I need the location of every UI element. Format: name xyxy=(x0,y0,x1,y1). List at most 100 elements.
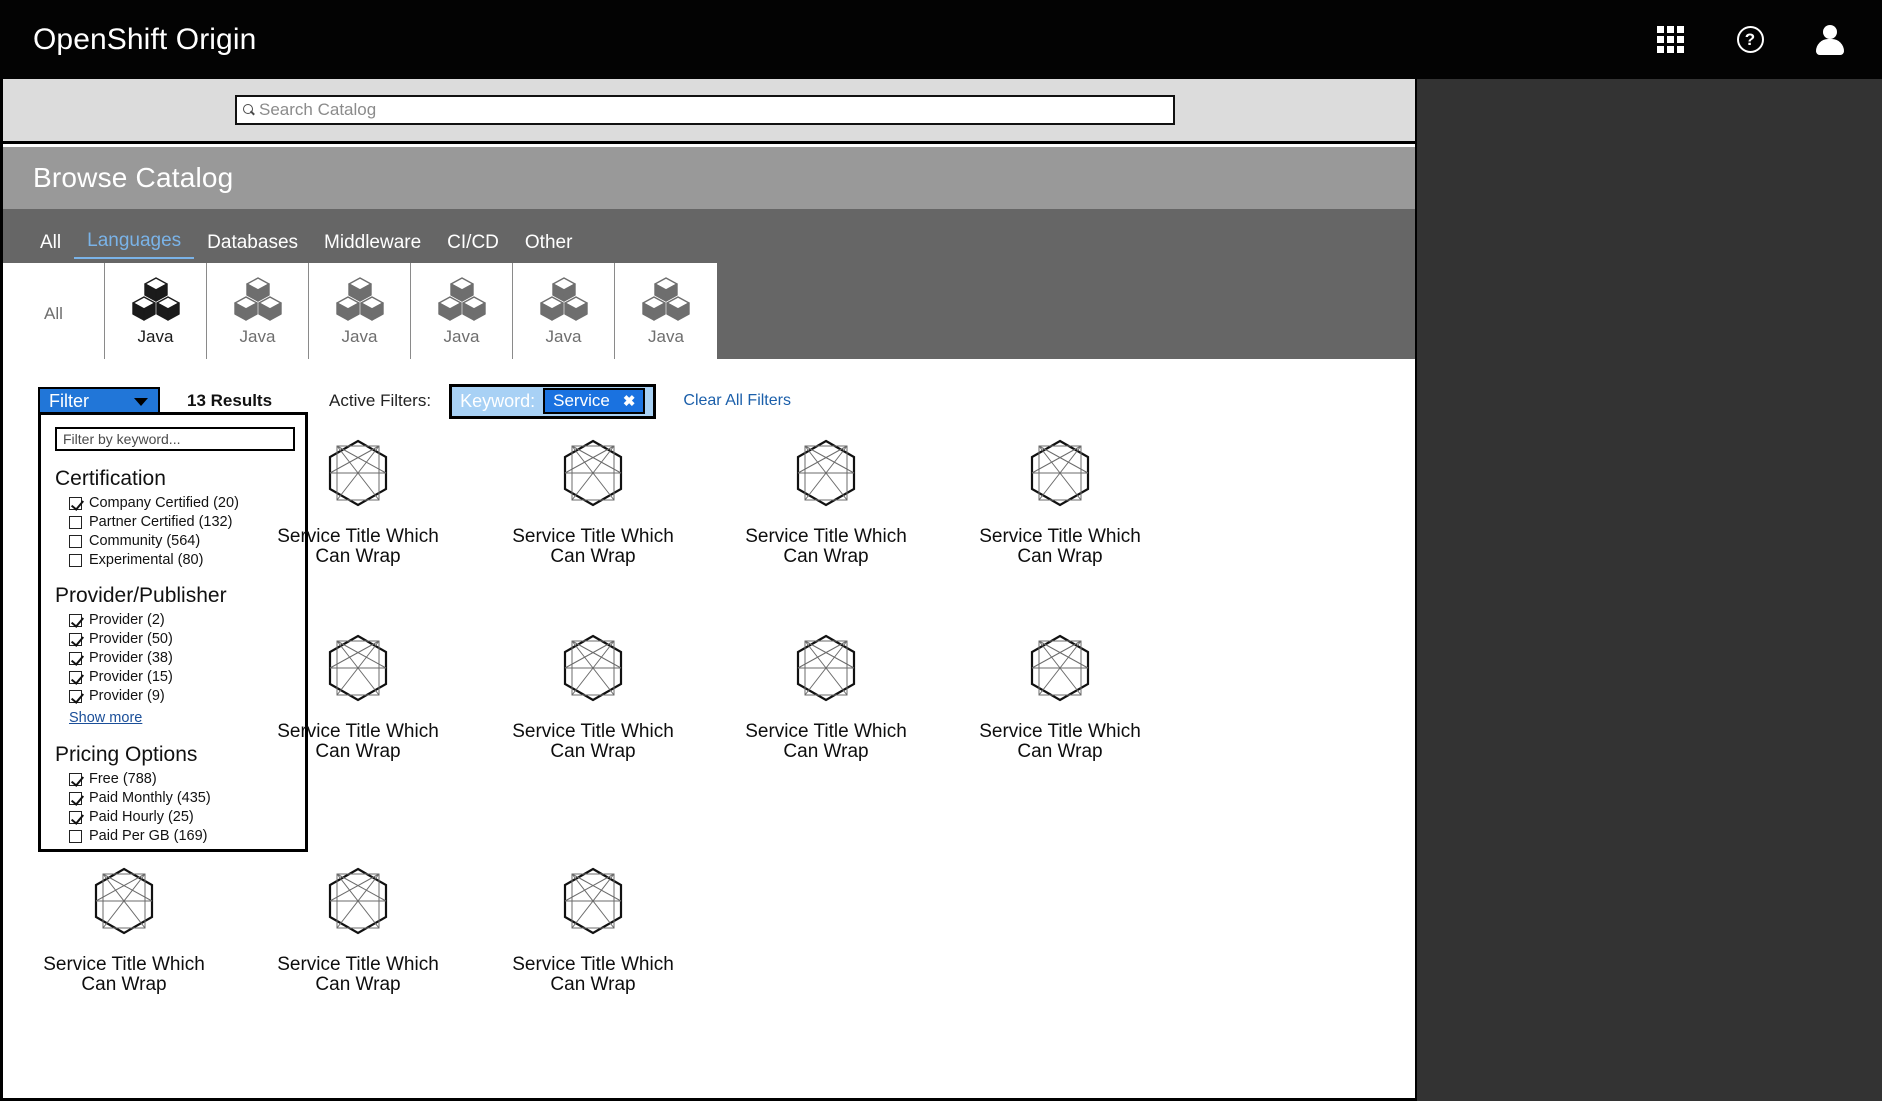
filter-group-title: Pricing Options xyxy=(55,743,198,766)
checkbox-checked-icon[interactable] xyxy=(69,810,82,824)
hexagon-placeholder-icon xyxy=(328,439,388,507)
show-more-link[interactable]: Show more xyxy=(69,710,142,726)
keyword-chip-value: Service xyxy=(553,391,610,410)
service-card[interactable]: Service Title Which Can Wrap xyxy=(258,631,458,763)
checkbox-checked-icon[interactable] xyxy=(69,496,82,510)
active-filters-label: Active Filters: xyxy=(329,391,432,410)
tile-java-3[interactable]: Java xyxy=(309,263,411,359)
filter-option-label: Paid Hourly (25) xyxy=(89,809,194,825)
filter-group-title: Certification xyxy=(55,467,166,490)
service-card[interactable]: Service Title Which Can Wrap xyxy=(960,631,1160,763)
keyword-chip[interactable]: Service ✖ xyxy=(543,388,646,414)
service-card-title: Service Title Which Can Wrap xyxy=(512,721,674,763)
checkbox-checked-icon[interactable] xyxy=(69,632,82,646)
help-icon[interactable]: ? xyxy=(1728,18,1772,62)
page-title: Browse Catalog xyxy=(33,162,234,193)
tab-middleware[interactable]: Middleware xyxy=(311,232,434,259)
help-glyph: ? xyxy=(1736,26,1764,53)
filter-option-label: Experimental (80) xyxy=(89,552,204,568)
service-card[interactable]: Service Title Which Can Wrap xyxy=(24,864,224,996)
search-box[interactable] xyxy=(235,95,1175,125)
tile-java-2[interactable]: Java xyxy=(207,263,309,359)
checkbox-icon[interactable] xyxy=(69,829,82,843)
filter-option-paid-monthly[interactable]: Paid Monthly (435) xyxy=(69,790,291,806)
tile-all-label: All xyxy=(44,303,63,323)
checkbox-checked-icon[interactable] xyxy=(69,613,82,627)
search-icon xyxy=(242,103,256,118)
tile-java-4-label: Java xyxy=(443,326,480,346)
service-card-title: Service Title Which Can Wrap xyxy=(512,954,674,996)
tab-languages[interactable]: Languages xyxy=(74,230,195,259)
filter-option-label: Community (564) xyxy=(89,533,201,549)
subcategory-tile-strip: All Java Java Java Java Java Java xyxy=(3,263,891,359)
hexagon-placeholder-icon xyxy=(1030,439,1090,507)
tab-all[interactable]: All xyxy=(27,232,74,259)
tile-java-1-label: Java xyxy=(137,326,174,346)
tile-all[interactable]: All xyxy=(3,263,105,359)
service-card[interactable]: Service Title Which Can Wrap xyxy=(258,436,458,568)
cubes-icon xyxy=(437,276,486,321)
filter-option-paid-per-gb[interactable]: Paid Per GB (169) xyxy=(69,828,291,844)
checkbox-checked-icon[interactable] xyxy=(69,772,82,786)
filter-option-label: Paid Monthly (435) xyxy=(89,790,211,806)
tile-java-5[interactable]: Java xyxy=(513,263,615,359)
filter-group-certification: Certification Company Certified (20) Par… xyxy=(55,467,291,568)
catalog-content: Filter 13 Results Active Filters: Keywor… xyxy=(3,359,1415,1098)
checkbox-icon[interactable] xyxy=(69,515,82,529)
service-card-title: Service Title Which Can Wrap xyxy=(979,526,1141,568)
filter-option-label: Company Certified (20) xyxy=(89,495,239,511)
filter-option-provider-1[interactable]: Provider (2) xyxy=(69,612,291,628)
tile-java-6[interactable]: Java xyxy=(615,263,717,359)
tile-java-4[interactable]: Java xyxy=(411,263,513,359)
close-icon[interactable]: ✖ xyxy=(623,392,636,410)
checkbox-icon[interactable] xyxy=(69,553,82,567)
apps-grid-icon[interactable] xyxy=(1648,18,1692,62)
filter-option-label: Provider (50) xyxy=(89,631,173,647)
search-input[interactable] xyxy=(256,100,1173,120)
hexagon-placeholder-icon xyxy=(563,867,623,935)
checkbox-icon[interactable] xyxy=(69,534,82,548)
filter-group-provider: Provider/Publisher Provider (2) Provider… xyxy=(55,584,291,727)
cubes-icon xyxy=(642,276,690,321)
filter-option-label: Partner Certified (132) xyxy=(89,514,233,530)
service-card-title: Service Title Which Can Wrap xyxy=(512,526,674,568)
search-container xyxy=(235,95,1175,125)
clear-all-filters-link[interactable]: Clear All Filters xyxy=(683,392,791,410)
brand-title: OpenShift Origin xyxy=(33,22,257,56)
user-glyph xyxy=(1815,24,1845,55)
filter-option-label: Provider (38) xyxy=(89,650,173,666)
checkbox-checked-icon[interactable] xyxy=(69,689,82,703)
filter-option-paid-hourly[interactable]: Paid Hourly (25) xyxy=(69,809,291,825)
service-card[interactable]: Service Title Which Can Wrap xyxy=(960,436,1160,568)
tab-other[interactable]: Other xyxy=(512,232,586,259)
filter-button-label: Filter xyxy=(49,390,89,411)
masthead-icon-group: ? xyxy=(1648,0,1852,79)
apps-grid-glyph xyxy=(1656,26,1684,53)
filter-option-label: Provider (9) xyxy=(89,688,165,704)
service-card[interactable]: Service Title Which Can Wrap xyxy=(493,864,693,996)
service-card-title: Service Title Which Can Wrap xyxy=(277,721,439,763)
filter-option-free[interactable]: Free (788) xyxy=(69,771,291,787)
cubes-icon xyxy=(539,276,588,321)
checkbox-checked-icon[interactable] xyxy=(69,791,82,805)
tile-java-2-label: Java xyxy=(239,326,276,346)
tab-databases[interactable]: Databases xyxy=(194,232,311,259)
cubes-icon xyxy=(233,276,282,321)
tile-java-1[interactable]: Java xyxy=(105,263,207,359)
user-avatar-icon[interactable] xyxy=(1808,18,1852,62)
hexagon-placeholder-icon xyxy=(94,867,154,935)
service-card-title: Service Title Which Can Wrap xyxy=(277,954,439,996)
service-card[interactable]: Service Title Which Can Wrap xyxy=(258,864,458,996)
checkbox-checked-icon[interactable] xyxy=(69,670,82,684)
tab-cicd[interactable]: CI/CD xyxy=(434,232,512,259)
service-card[interactable]: Service Title Which Can Wrap xyxy=(493,436,693,568)
filter-group-pricing: Pricing Options Free (788) Paid Monthly … xyxy=(55,743,291,844)
service-card[interactable]: Service Title Which Can Wrap xyxy=(726,436,926,568)
filter-option-label: Paid Per GB (169) xyxy=(89,828,208,844)
service-card[interactable]: Service Title Which Can Wrap xyxy=(726,631,926,763)
category-tabs: All Languages Databases Middleware CI/CD… xyxy=(3,209,1415,259)
checkbox-checked-icon[interactable] xyxy=(69,651,82,665)
cubes-icon xyxy=(335,276,384,321)
hexagon-placeholder-icon xyxy=(796,634,856,702)
service-card[interactable]: Service Title Which Can Wrap xyxy=(493,631,693,763)
